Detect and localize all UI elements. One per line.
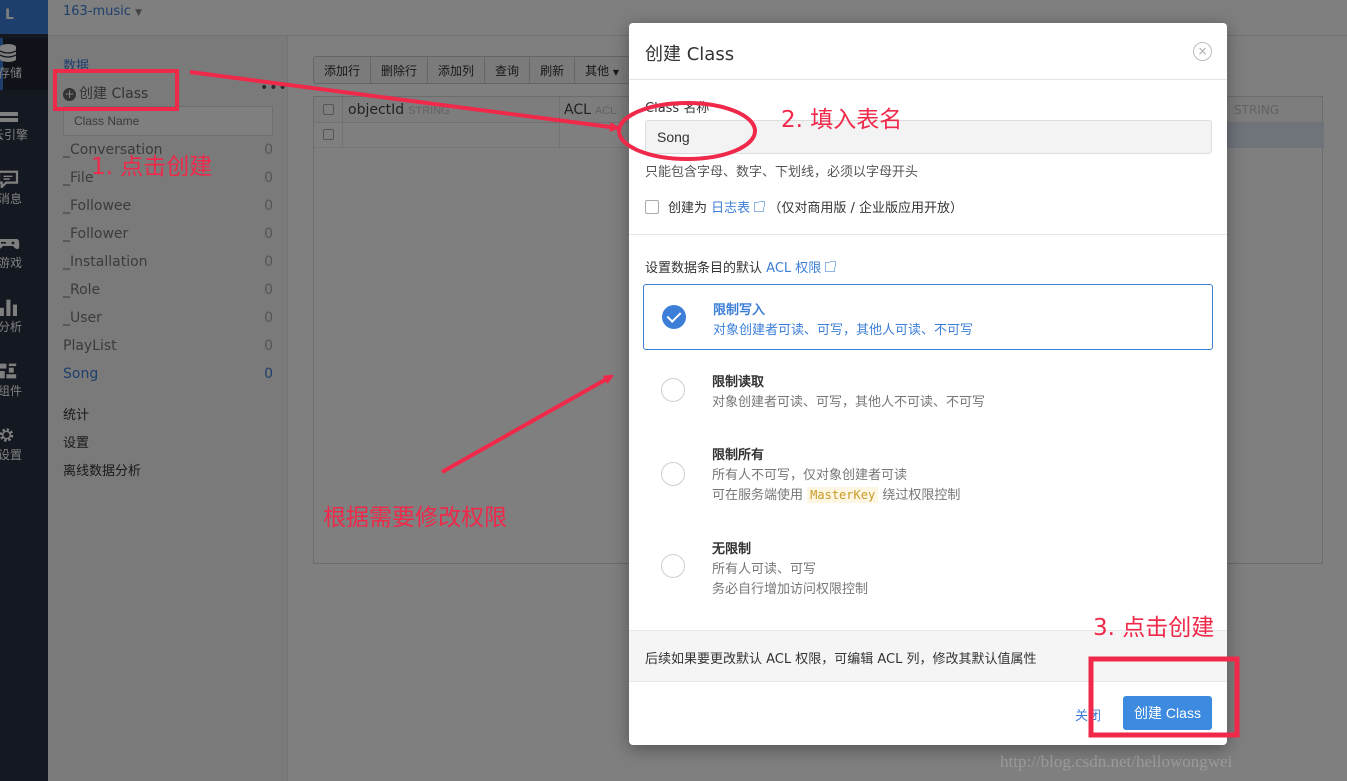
annotation-step3: 3. 点击创建 [1093,615,1215,641]
highlight-class-name [617,101,757,161]
annotation-acl-hint: 根据需要修改权限 [323,505,507,531]
annotation-layer [53,69,1240,738]
arrow-to-acl-options [441,374,614,474]
highlight-create-button [1088,656,1240,738]
annotation-step2: 2. 填入表名 [781,107,903,133]
highlight-create-class [53,69,179,111]
arrow-to-name-field [189,70,620,132]
watermark: http://blog.csdn.net/hellowongwei [1000,752,1233,771]
annotation-step1: 1. 点击创建 [91,154,213,180]
